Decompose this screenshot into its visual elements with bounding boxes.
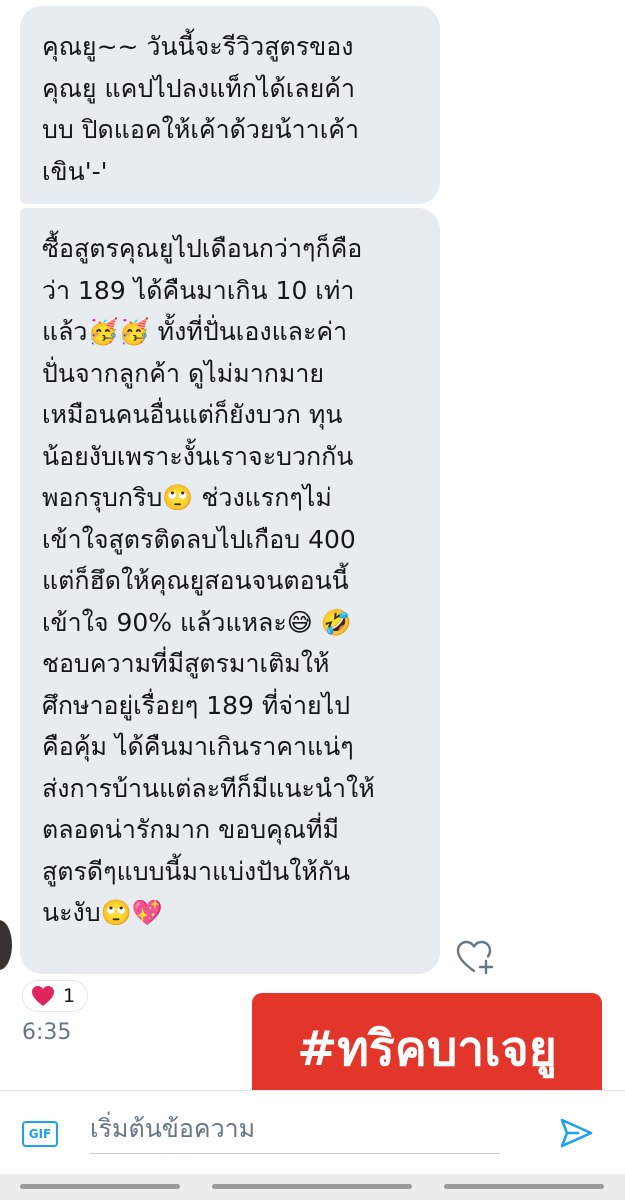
message-line: เข้าใจสูตรติดลบไปเกือบ 400: [42, 524, 356, 554]
message-line: เขิน'-': [42, 156, 108, 186]
heart-plus-icon: [456, 940, 494, 975]
message-line: แล้ว🥳🥳 ทั้งที่ปั่นเองและค่า: [42, 317, 348, 346]
nav-recent-button[interactable]: [20, 1184, 180, 1189]
message-line: ซื้อสูตรคุณยูไปเดือนกว่าๆก็คือ: [42, 234, 363, 263]
message-line: ตลอดน่ารักมาก ขอบคุณที่มี: [42, 815, 339, 844]
message-line: คือคุ้ม ได้คืนมาเกินราคาแน่ๆ: [42, 732, 354, 761]
nav-back-button[interactable]: [444, 1184, 604, 1189]
heart-icon: [32, 986, 54, 1006]
reaction-count: 1: [63, 985, 76, 1007]
message-line: นะงับ🙄💖: [42, 898, 163, 927]
message-line: เหมือนคนอื่นแต่ก็ยังบวก ทุน: [42, 400, 343, 429]
message-line: ชอบความที่มีสูตรมาเติมให้: [42, 649, 330, 678]
hashtag-banner: #ทริคบาเจยู: [252, 993, 602, 1105]
message-line: ว่า 189 ได้คืนมาเกิน 10 เท่า: [42, 275, 355, 305]
message-line: น้อยงับเพราะงั้นเราจะบวกกัน: [42, 441, 354, 471]
message-line: คุณยู~~ วันนี้จะรีวิวสูตรของ: [42, 32, 354, 61]
send-button[interactable]: [558, 1115, 594, 1151]
send-icon: [560, 1118, 593, 1148]
message-line: ส่งการบ้านแต่ละทีก็มีแนะนำให้: [42, 773, 375, 803]
gif-button[interactable]: GIF: [22, 1121, 58, 1147]
message-line: ปั่นจากลูกค้า ดูไม่มากมาย: [42, 358, 325, 388]
message-line: เข้าใจ 90% แล้วแหละ😅 🤣: [42, 607, 352, 637]
message-line: พอกรุบกริบ🙄 ช่วงแรกๆไม่: [42, 483, 332, 512]
system-nav-bar: [0, 1174, 625, 1200]
message-line: สูตรดีๆแบบนี้มาแบ่งปันให้กัน: [42, 856, 351, 886]
avatar[interactable]: [0, 920, 12, 970]
message-timestamp: 6:35: [22, 1020, 72, 1045]
message-line: แต่ก็ฮึดให้คุณยูสอนจนตอนนี้: [42, 566, 349, 595]
message-line: บบ ปิดแอคให้เค้าด้วยน้าาเค้า: [42, 115, 360, 144]
message-input[interactable]: [90, 1103, 500, 1154]
message-line: คุณยู แคปไปลงแท็กได้เลยค้า: [42, 73, 356, 103]
like-heart-add-button[interactable]: [455, 938, 495, 978]
nav-home-button[interactable]: [212, 1184, 412, 1189]
message-bubble: คุณยู~~ วันนี้จะรีวิวสูตรของ คุณยู แคปไป…: [20, 6, 440, 204]
message-composer: GIF: [0, 1090, 625, 1175]
message-bubble: ซื้อสูตรคุณยูไปเดือนกว่าๆก็คือ ว่า 189 ไ…: [20, 208, 440, 974]
message-line: ศึกษาอยู่เรื่อยๆ 189 ที่จ่ายไป: [42, 690, 351, 720]
reaction-badge[interactable]: 1: [22, 980, 89, 1012]
